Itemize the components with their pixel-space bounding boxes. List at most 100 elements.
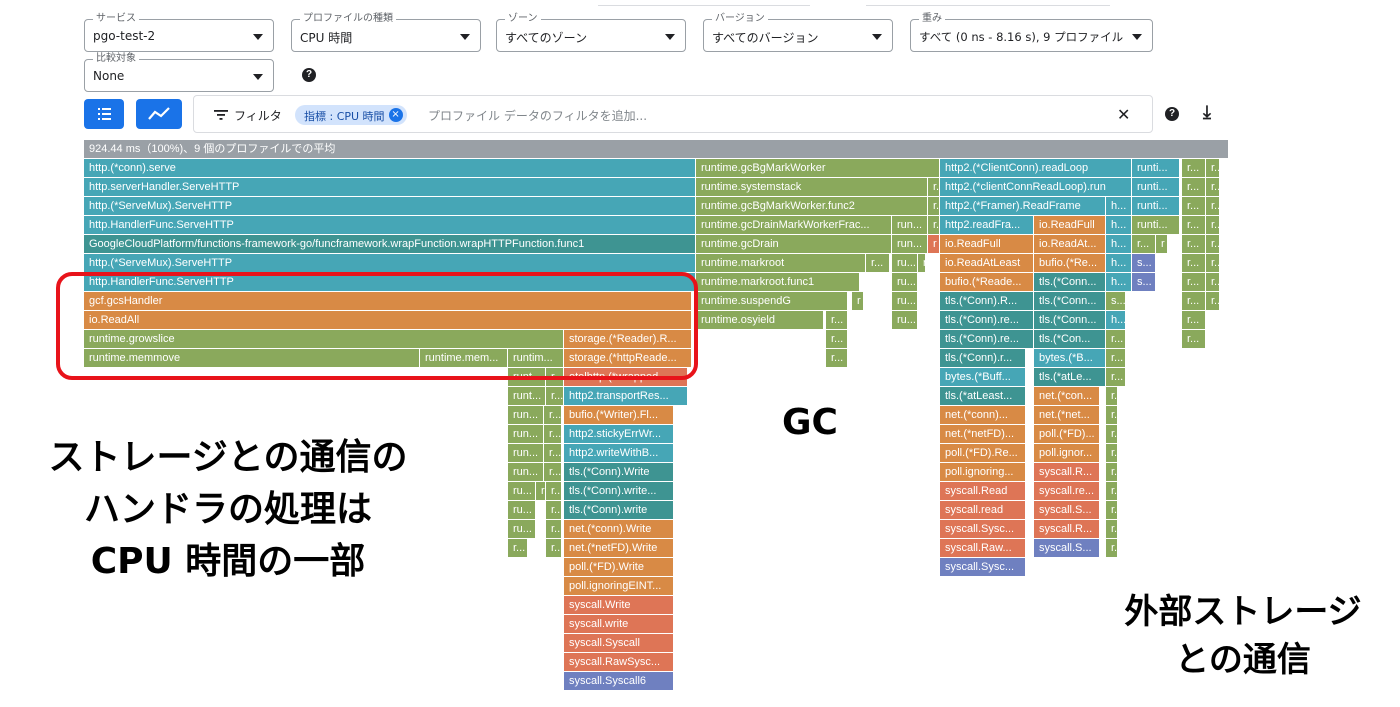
flame-frame[interactable]: r...: [928, 178, 940, 196]
flame-frame[interactable]: syscall.Sysc...: [940, 520, 1026, 538]
flame-frame[interactable]: r...: [546, 482, 562, 500]
flame-frame[interactable]: r...: [1106, 406, 1118, 424]
flame-frame[interactable]: net.(*con...: [1034, 387, 1100, 405]
flame-frame[interactable]: run...: [508, 406, 544, 424]
flame-frame[interactable]: runtime.gcDrain: [696, 235, 892, 253]
flame-frame[interactable]: r...: [544, 425, 562, 443]
flame-frame[interactable]: tls.(*Conn...: [1034, 292, 1106, 310]
flame-frame[interactable]: r...: [1182, 330, 1206, 348]
flame-frame[interactable]: r...: [1182, 178, 1206, 196]
flame-frame[interactable]: runti...: [1132, 159, 1180, 177]
flame-frame[interactable]: syscall.R...: [1034, 520, 1100, 538]
flame-frame[interactable]: r...: [1106, 330, 1126, 348]
flame-frame[interactable]: http2.writeWithB...: [564, 444, 674, 462]
flame-frame[interactable]: r...: [1106, 520, 1118, 538]
flame-frame[interactable]: r...: [546, 501, 562, 519]
flame-frame[interactable]: h...: [1106, 311, 1126, 329]
flame-frame[interactable]: r...: [546, 387, 564, 405]
flame-frame[interactable]: s...: [1106, 292, 1126, 310]
flame-frame[interactable]: poll.ignoringEINT...: [564, 577, 674, 595]
flame-frame[interactable]: r...: [544, 444, 562, 462]
flame-frame[interactable]: run...: [508, 425, 544, 443]
flame-frame[interactable]: h...: [1106, 216, 1132, 234]
flame-frame[interactable]: tls.(*Conn).R...: [940, 292, 1034, 310]
flame-frame[interactable]: http.serverHandler.ServeHTTP: [84, 178, 696, 196]
flame-frame[interactable]: r...: [1106, 444, 1118, 462]
flame-frame[interactable]: h...: [1106, 235, 1132, 253]
flame-frame[interactable]: tls.(*Con...: [1034, 330, 1106, 348]
flame-frame[interactable]: runt...: [508, 387, 546, 405]
flame-frame[interactable]: runtime.markroot: [696, 254, 866, 272]
flame-frame[interactable]: h...: [1106, 254, 1132, 272]
flame-frame[interactable]: io.ReadFull: [1034, 216, 1106, 234]
flame-frame[interactable]: r...: [1206, 197, 1220, 215]
flame-frame[interactable]: tls.(*atLeast...: [940, 387, 1026, 405]
flame-frame[interactable]: ru...: [892, 292, 918, 310]
flame-frame[interactable]: runtime.systemstack: [696, 178, 928, 196]
flame-frame[interactable]: r: [852, 292, 864, 310]
flame-frame[interactable]: r...: [866, 254, 890, 272]
flame-frame[interactable]: s...: [1132, 273, 1156, 291]
flame-frame[interactable]: http2.stickyErrWr...: [564, 425, 674, 443]
flame-frame[interactable]: tls.(*Conn).r...: [940, 349, 1026, 367]
flame-frame[interactable]: poll.(*FD).Write: [564, 558, 674, 576]
flame-frame[interactable]: io.ReadFull: [940, 235, 1034, 253]
flame-frame[interactable]: r...: [928, 197, 940, 215]
flame-frame[interactable]: GoogleCloudPlatform/functions-framework-…: [84, 235, 696, 253]
flame-frame[interactable]: ru...: [892, 311, 918, 329]
flame-frame[interactable]: r...: [1206, 216, 1220, 234]
flame-frame[interactable]: runtime.gcBgMarkWorker.func2: [696, 197, 928, 215]
flame-frame[interactable]: s...: [1132, 254, 1156, 272]
flame-frame[interactable]: io.ReadAt...: [1034, 235, 1106, 253]
flame-frame[interactable]: ru...: [892, 273, 918, 291]
flame-frame[interactable]: runti...: [1132, 178, 1180, 196]
flame-frame[interactable]: syscall.Raw...: [940, 539, 1026, 557]
flame-frame[interactable]: net.(*net...: [1034, 406, 1100, 424]
flame-frame[interactable]: tls.(*Conn).write: [564, 501, 674, 519]
flame-frame[interactable]: ru...: [892, 254, 918, 272]
flame-frame[interactable]: runtime.markroot.func1: [696, 273, 860, 291]
flame-frame[interactable]: poll.ignor...: [1034, 444, 1100, 462]
flame-frame[interactable]: run...: [892, 235, 928, 253]
flame-frame[interactable]: r...: [826, 330, 848, 348]
flame-frame[interactable]: ru...: [508, 520, 536, 538]
flame-frame[interactable]: r...: [1182, 254, 1206, 272]
flame-frame[interactable]: tls.(*Conn...: [1034, 311, 1106, 329]
flame-frame[interactable]: syscall.S...: [1034, 539, 1100, 557]
flame-frame[interactable]: r...: [1106, 425, 1118, 443]
flame-frame[interactable]: r...: [826, 311, 848, 329]
flame-frame[interactable]: http2.(*Framer).ReadFrame: [940, 197, 1106, 215]
flame-frame[interactable]: net.(*conn).Write: [564, 520, 674, 538]
flame-frame[interactable]: syscall.write: [564, 615, 674, 633]
flame-frame[interactable]: bufio.(*Writer).Fl...: [564, 406, 674, 424]
flame-frame[interactable]: http.(*ServeMux).ServeHTTP: [84, 197, 696, 215]
flame-frame[interactable]: io.ReadAtLeast: [940, 254, 1034, 272]
flame-frame[interactable]: ru...: [508, 482, 536, 500]
flame-frame[interactable]: r...: [1182, 197, 1206, 215]
flame-frame[interactable]: run...: [508, 444, 544, 462]
flame-frame[interactable]: runtime.suspendG: [696, 292, 848, 310]
flame-frame[interactable]: r...: [1106, 482, 1118, 500]
flame-frame[interactable]: r...: [1106, 463, 1118, 481]
flame-frame[interactable]: r: [536, 482, 546, 500]
flame-frame[interactable]: runtime.gcBgMarkWorker: [696, 159, 940, 177]
flame-frame[interactable]: r...: [826, 349, 848, 367]
flame-frame[interactable]: r...: [1182, 159, 1206, 177]
flame-frame[interactable]: syscall.Read: [940, 482, 1026, 500]
flame-frame[interactable]: runtime.gcDrainMarkWorkerFrac...: [696, 216, 892, 234]
flame-frame[interactable]: http2.(*ClientConn).readLoop: [940, 159, 1132, 177]
flame-frame[interactable]: bytes.(*B...: [1034, 349, 1106, 367]
flame-frame[interactable]: tls.(*Conn...: [1034, 273, 1106, 291]
flame-frame[interactable]: syscall.RawSysc...: [564, 653, 674, 671]
flame-frame[interactable]: h...: [1106, 197, 1132, 215]
flame-frame[interactable]: syscall.Syscall: [564, 634, 674, 652]
flame-frame[interactable]: poll.ignoring...: [940, 463, 1026, 481]
flame-frame[interactable]: tls.(*atLe...: [1034, 368, 1106, 386]
flame-frame[interactable]: syscall.R...: [1034, 463, 1100, 481]
flame-frame[interactable]: r: [928, 235, 940, 253]
flame-frame[interactable]: r...: [544, 463, 562, 481]
flame-frame[interactable]: run...: [508, 463, 544, 481]
flame-frame[interactable]: r...: [1182, 273, 1206, 291]
flame-frame[interactable]: tls.(*Conn).re...: [940, 330, 1034, 348]
flame-frame[interactable]: r...: [1106, 349, 1126, 367]
